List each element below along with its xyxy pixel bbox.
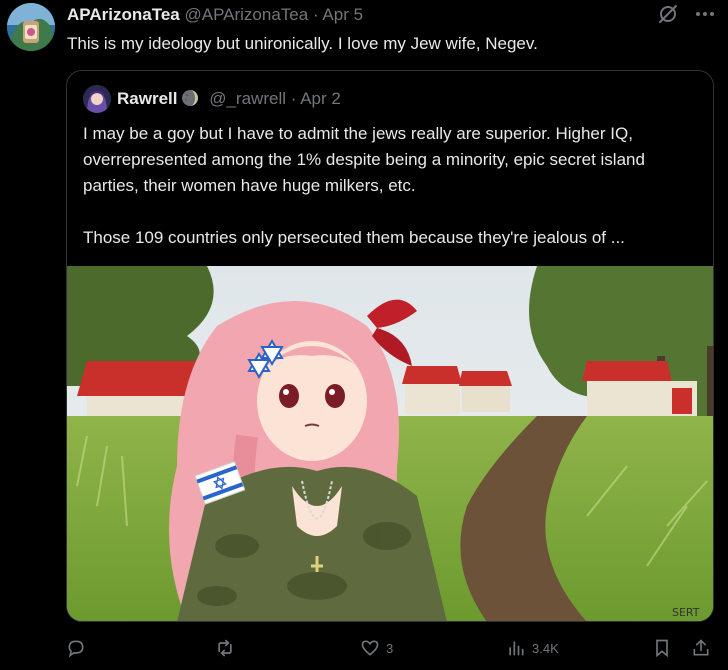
image-signature: SERT	[672, 606, 700, 619]
views-chart-icon	[509, 641, 524, 656]
post-date[interactable]: Apr 5	[322, 5, 363, 24]
quoted-author-name[interactable]: Rawrell	[117, 89, 177, 108]
bookmark-icon	[656, 639, 668, 658]
repost-button[interactable]	[215, 636, 241, 660]
quoted-post[interactable]: Rawrell @_rawrell · Apr 2 I may be a goy…	[66, 70, 714, 622]
grok-icon[interactable]	[656, 2, 680, 26]
reply-button[interactable]	[66, 636, 92, 660]
heart-icon	[361, 640, 379, 656]
author-handle[interactable]: @APArizonaTea	[184, 5, 308, 24]
action-bar: 3 3.4K	[66, 636, 716, 664]
author-avatar-image	[7, 3, 55, 51]
quoted-post-date[interactable]: Apr 2	[300, 89, 341, 108]
quoted-post-text: I may be a goy but I have to admit the j…	[83, 124, 645, 247]
moon-emoji-icon	[182, 90, 199, 106]
quoted-post-image[interactable]: SERT	[67, 266, 713, 622]
like-button[interactable]: 3	[360, 636, 393, 660]
views-count: 3.4K	[532, 640, 559, 656]
quoted-header: Rawrell @_rawrell · Apr 2	[117, 88, 341, 110]
like-count: 3	[386, 640, 394, 656]
author-avatar[interactable]	[7, 3, 55, 51]
reply-icon	[68, 640, 84, 658]
share-icon	[693, 639, 709, 656]
repost-icon	[218, 639, 232, 657]
post-text: This is my ideology but unironically. I …	[67, 34, 538, 53]
post-header: APArizonaTea @APArizonaTea · Apr 5	[67, 4, 718, 26]
more-horizontal-icon[interactable]	[693, 2, 717, 26]
quoted-author-handle[interactable]: @_rawrell	[209, 89, 286, 108]
quoted-header-separator: ·	[290, 89, 297, 108]
author-name[interactable]: APArizonaTea	[67, 5, 180, 24]
quoted-avatar-image	[83, 85, 111, 113]
header-separator: ·	[312, 5, 319, 24]
bookmark-button[interactable]	[652, 636, 672, 660]
quoted-author-avatar[interactable]	[83, 85, 111, 113]
views-button[interactable]: 3.4K	[506, 636, 559, 660]
share-button[interactable]	[691, 636, 711, 660]
